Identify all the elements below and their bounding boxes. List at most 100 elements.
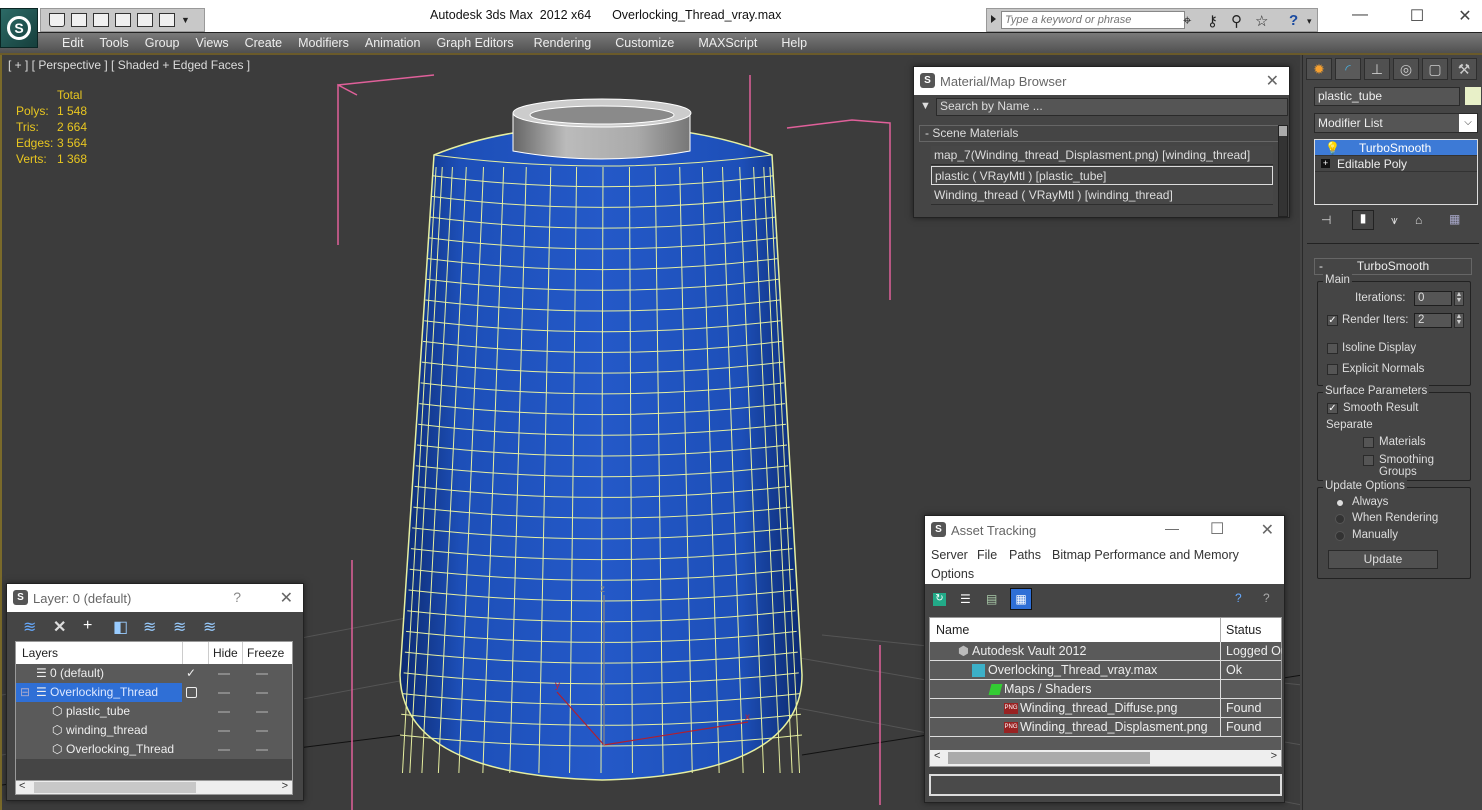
select-layer-icon[interactable]: ≋ (143, 617, 156, 637)
utilities-tab-icon[interactable]: ⚒ (1451, 58, 1477, 80)
hierarchy-tab-icon[interactable]: ⊥ (1364, 58, 1390, 80)
col-name[interactable]: Name (936, 623, 969, 637)
scene-materials-header[interactable]: - Scene Materials (919, 125, 1281, 142)
material-browser-close-icon[interactable]: ✕ (1266, 71, 1279, 91)
smoothing-groups-checkbox[interactable] (1363, 455, 1374, 466)
material-search-input[interactable]: Search by Name ... (936, 98, 1288, 116)
update-manually-radio[interactable] (1335, 531, 1345, 541)
menu-bitmap-performance[interactable]: Bitmap Performance and Memory (1052, 548, 1239, 562)
current-layer-check-icon[interactable]: ✓ (186, 664, 196, 683)
menu-options[interactable]: Options (931, 567, 974, 581)
viewport-label[interactable]: [ + ] [ Perspective ] [ Shaded + Edged F… (8, 58, 250, 72)
asset-close-icon[interactable]: ✕ (1261, 520, 1274, 540)
object-row[interactable]: ⬡ winding_thread (16, 721, 292, 740)
asset-maximize-button[interactable]: ☐ (1210, 519, 1224, 539)
scroll-right-icon[interactable]: > (282, 780, 288, 792)
list-view-icon[interactable]: ☰ (960, 592, 971, 606)
context-help-icon[interactable]: ? (1263, 591, 1270, 605)
menu-modifiers[interactable]: Modifiers (290, 36, 357, 50)
expand-arrow-icon[interactable] (991, 15, 996, 23)
delete-layer-icon[interactable]: ✕ (53, 617, 66, 637)
set-current-checkbox[interactable] (186, 687, 197, 698)
freeze-toggle[interactable] (256, 730, 268, 732)
maximize-button[interactable]: ☐ (1402, 6, 1432, 26)
refresh-icon[interactable]: ↻ (933, 593, 946, 606)
hide-toggle[interactable] (218, 673, 230, 675)
stack-item-editable-poly[interactable]: + Editable Poly (1315, 156, 1477, 172)
object-color-swatch[interactable] (1465, 87, 1481, 105)
scroll-right-icon[interactable]: > (1271, 750, 1277, 762)
menu-tools[interactable]: Tools (92, 36, 137, 50)
isoline-display-checkbox[interactable] (1327, 343, 1338, 354)
help-icon[interactable]: ? (1289, 12, 1298, 29)
object-row[interactable]: ⬡ plastic_tube (16, 702, 292, 721)
remove-modifier-icon[interactable]: ⌂ (1415, 213, 1422, 227)
pin-stack-icon[interactable]: ⊣ (1321, 213, 1331, 227)
menu-paths[interactable]: Paths (1009, 548, 1041, 562)
layer-horizontal-scrollbar[interactable]: < > (15, 780, 293, 795)
favorites-star-icon[interactable]: ☆ (1255, 12, 1268, 30)
asset-row[interactable]: Overlocking_Thread_vray.max Ok (930, 661, 1281, 680)
menu-help[interactable]: Help (769, 36, 819, 50)
motion-tab-icon[interactable]: ◎ (1393, 58, 1419, 80)
render-iters-checkbox[interactable]: ✓ (1327, 315, 1338, 326)
render-iters-spinner-arrows[interactable]: ▲ ▼ (1454, 313, 1464, 328)
key-icon[interactable]: ⚷ (1207, 12, 1218, 30)
satellite-icon[interactable]: ⚲ (1231, 12, 1242, 30)
toolbar-dropdown-icon[interactable]: ▼ (181, 15, 190, 25)
select-objects-icon[interactable]: ◧ (113, 617, 128, 637)
options-menu-icon[interactable]: ▼ (920, 100, 931, 112)
stack-item-turbosmooth[interactable]: 💡 TurboSmooth (1315, 140, 1477, 156)
menu-rendering[interactable]: Rendering (522, 36, 604, 50)
menu-group[interactable]: Group (137, 36, 188, 50)
help-button[interactable]: ? (233, 589, 241, 605)
save-icon[interactable] (71, 13, 87, 27)
show-end-result-icon[interactable]: ▮ (1352, 210, 1374, 230)
modify-tab-icon[interactable]: ◜ (1335, 58, 1361, 80)
display-tab-icon[interactable]: ▢ (1422, 58, 1448, 80)
lightbulb-icon[interactable]: 💡 (1325, 140, 1340, 156)
col-freeze[interactable]: Freeze (247, 646, 284, 660)
scroll-thumb[interactable] (1279, 126, 1287, 136)
menu-customize[interactable]: Customize (603, 36, 686, 50)
object-name-field[interactable]: plastic_tube (1314, 87, 1460, 106)
new-scene-icon[interactable] (93, 13, 109, 27)
freeze-toggle[interactable] (256, 692, 268, 694)
create-layer-icon[interactable]: ≋ (23, 617, 36, 637)
layer-window-close-icon[interactable]: ✕ (280, 588, 293, 608)
turbosmooth-rollout-header[interactable]: - TurboSmooth (1314, 258, 1472, 275)
object-row[interactable]: ⬡ Overlocking_Thread (16, 740, 292, 759)
menu-animation[interactable]: Animation (357, 36, 429, 50)
material-browser-scrollbar[interactable] (1278, 125, 1288, 217)
vault-help-icon[interactable]: ? (1235, 591, 1242, 605)
menu-graph-editors[interactable]: Graph Editors (428, 36, 521, 50)
material-item[interactable]: map_7(Winding_thread_Displasment.png) [w… (931, 146, 1273, 165)
expand-plus-icon[interactable]: + (1321, 159, 1330, 168)
col-hide[interactable]: Hide (213, 646, 238, 660)
explicit-normals-checkbox[interactable] (1327, 364, 1338, 375)
freeze-toggle[interactable] (256, 749, 268, 751)
binoculars-icon[interactable]: ⌖ (1183, 12, 1191, 29)
menu-create[interactable]: Create (237, 36, 291, 50)
asset-minimize-button[interactable]: — (1165, 520, 1179, 536)
hide-toggle[interactable] (218, 711, 230, 713)
minimize-button[interactable]: — (1345, 6, 1375, 24)
project-folder-icon[interactable] (115, 13, 131, 27)
keyword-search-input[interactable] (1001, 11, 1185, 29)
asset-row[interactable]: PNG Winding_thread_Diffuse.png Found (930, 699, 1281, 718)
scroll-thumb[interactable] (34, 782, 196, 793)
menu-views[interactable]: Views (187, 36, 236, 50)
smooth-result-checkbox[interactable]: ✓ (1327, 403, 1338, 414)
modifier-list-dropdown[interactable]: Modifier List ⌵ (1314, 113, 1478, 133)
tree-view-icon[interactable]: ▤ (986, 592, 997, 606)
material-item-selected[interactable]: plastic ( VRayMtl ) [plastic_tube] (931, 166, 1273, 185)
scroll-left-icon[interactable]: < (19, 780, 25, 792)
freeze-toggle[interactable] (256, 673, 268, 675)
scroll-thumb[interactable] (948, 752, 1150, 764)
help-dropdown-icon[interactable]: ▾ (1307, 16, 1312, 27)
col-status[interactable]: Status (1226, 623, 1261, 637)
material-item[interactable]: Winding_thread ( VRayMtl ) [winding_thre… (931, 186, 1273, 205)
asset-row[interactable]: ⬢ Autodesk Vault 2012 Logged Ou (930, 642, 1282, 661)
app-menu-button[interactable]: S (0, 8, 38, 48)
menu-file[interactable]: File (977, 548, 997, 562)
